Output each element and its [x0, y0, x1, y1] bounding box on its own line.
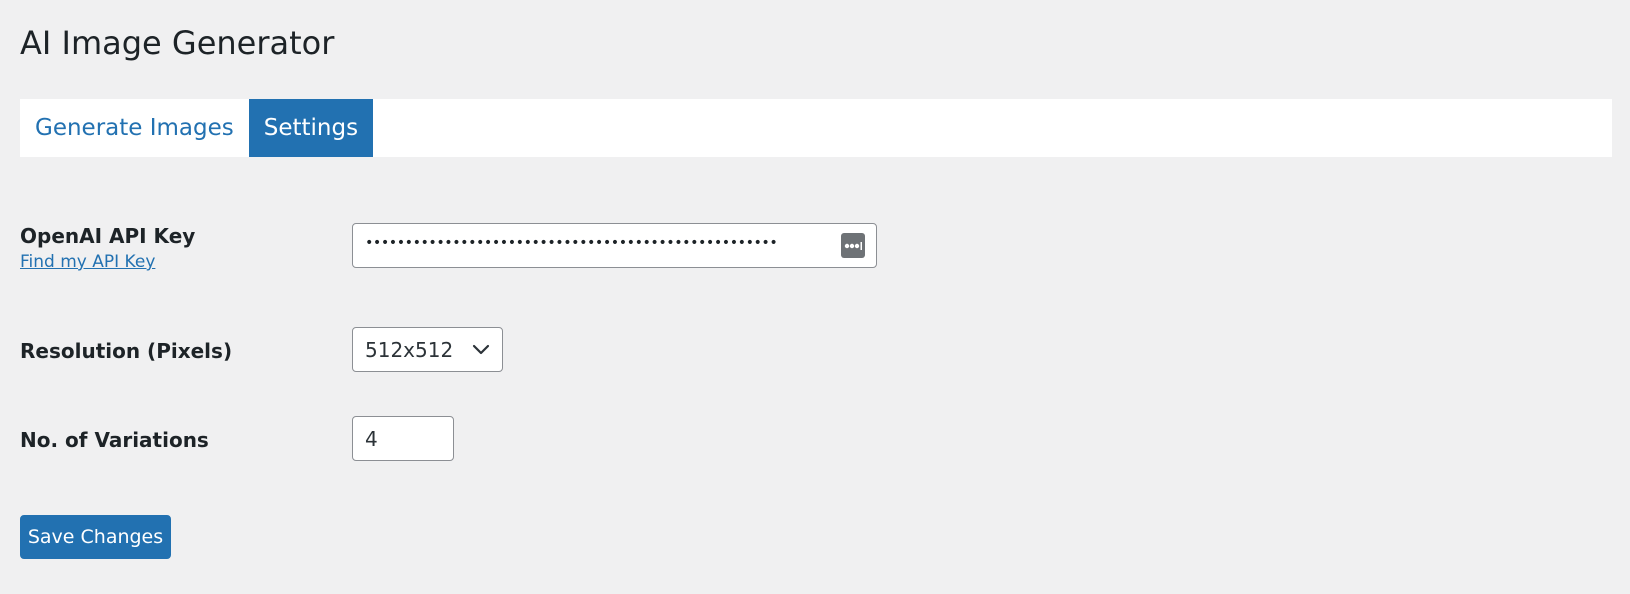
variations-label: No. of Variations — [20, 428, 209, 452]
chevron-down-icon — [472, 341, 490, 363]
api-key-masked-value: ••••••••••••••••••••••••••••••••••••••••… — [365, 235, 778, 251]
variations-value: 4 — [365, 427, 378, 451]
variations-input[interactable]: 4 — [352, 416, 454, 461]
api-key-field[interactable]: ••••••••••••••••••••••••••••••••••••••••… — [352, 223, 877, 268]
tab-generate-images[interactable]: Generate Images — [20, 99, 249, 157]
api-key-label: OpenAI API Key — [20, 224, 196, 248]
resolution-selected-value: 512x512 — [365, 338, 454, 362]
tab-settings[interactable]: Settings — [248, 99, 374, 157]
page-title: AI Image Generator — [20, 24, 335, 62]
resolution-label: Resolution (Pixels) — [20, 339, 233, 363]
resolution-select[interactable]: 512x512 — [352, 327, 503, 372]
tab-bar: Generate Images Settings — [20, 99, 1612, 157]
save-changes-button[interactable]: Save Changes — [20, 515, 171, 559]
settings-page: AI Image Generator Generate Images Setti… — [0, 0, 1630, 594]
password-dots-icon[interactable] — [841, 233, 865, 258]
find-api-key-link[interactable]: Find my API Key — [20, 252, 155, 272]
